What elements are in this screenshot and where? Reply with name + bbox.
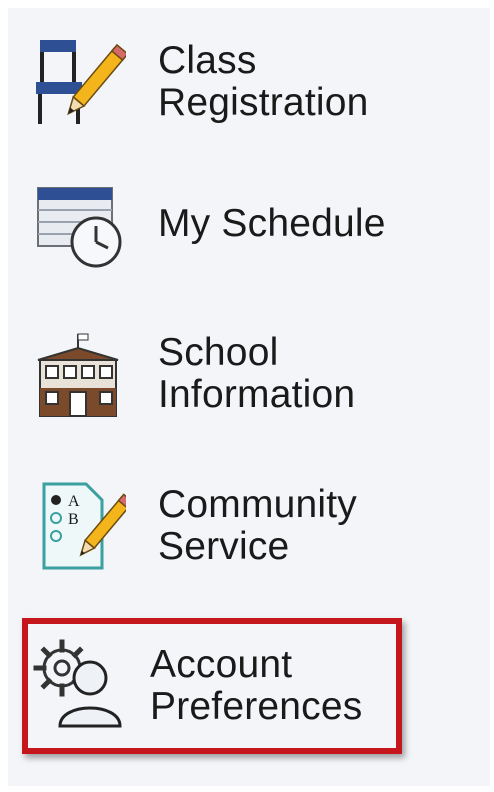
svg-text:A: A [68, 493, 80, 510]
menu-item-my-schedule[interactable]: My Schedule [8, 168, 468, 280]
community-service-checklist-icon: A B [30, 478, 126, 574]
menu-item-label: Account Preferences [150, 643, 363, 728]
menu-item-label: My Schedule [158, 202, 386, 245]
school-building-icon [30, 326, 126, 422]
svg-text:B: B [68, 511, 79, 528]
menu-item-school-information[interactable]: School Information [8, 318, 468, 430]
menu-item-label: Class Registration [158, 39, 369, 124]
account-preferences-user-gear-icon [32, 638, 128, 734]
menu-item-account-preferences[interactable]: Account Preferences [18, 614, 404, 758]
menu-item-class-registration[interactable]: Class Registration [8, 26, 468, 138]
menu-item-label: Community Service [158, 483, 358, 568]
class-registration-icon [30, 34, 126, 130]
menu-item-community-service[interactable]: A B Community Service [8, 470, 468, 582]
menu-item-label: School Information [158, 331, 356, 416]
schedule-clock-icon [30, 176, 126, 272]
